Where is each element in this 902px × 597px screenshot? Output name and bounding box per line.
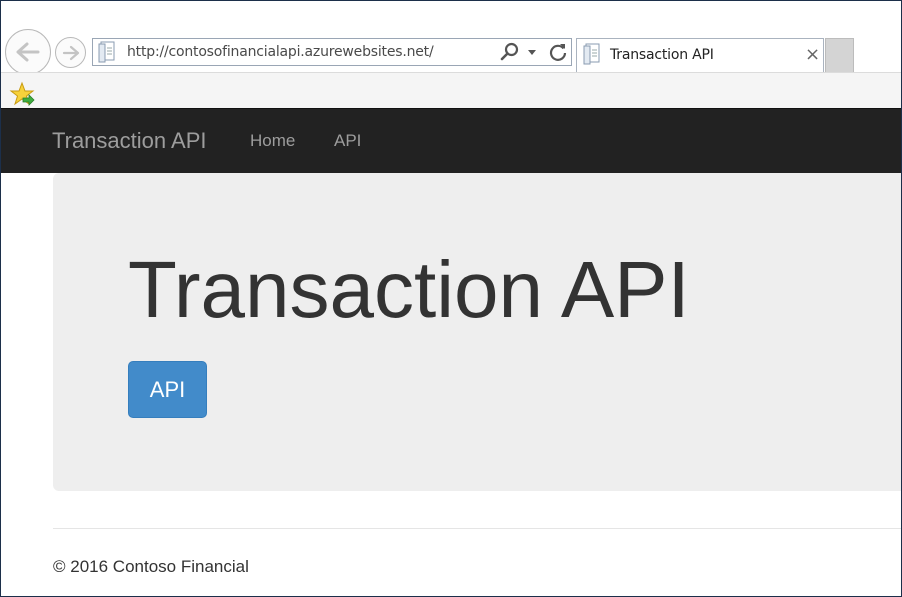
- back-button[interactable]: [5, 29, 51, 75]
- nav-link-home[interactable]: Home: [250, 131, 295, 151]
- footer-copyright: © 2016 Contoso Financial: [53, 557, 249, 576]
- browser-chrome: http://contosofinancialapi.azurewebsites…: [1, 1, 901, 109]
- site-navbar: Transaction API Home API: [1, 108, 901, 173]
- favorites-bar: [1, 72, 901, 109]
- browser-tab[interactable]: Transaction API ×: [576, 38, 824, 72]
- chevron-down-icon: [528, 50, 536, 55]
- page-icon: [98, 41, 115, 63]
- new-tab-button[interactable]: [825, 38, 854, 72]
- forward-arrow-icon: [62, 45, 79, 60]
- url-text[interactable]: http://contosofinancialapi.azurewebsites…: [127, 44, 434, 60]
- nav-link-api[interactable]: API: [334, 131, 361, 151]
- refresh-icon: [549, 44, 567, 61]
- footer-divider: [53, 528, 901, 529]
- search-icon: [500, 42, 519, 61]
- tab-title: Transaction API: [610, 47, 714, 63]
- refresh-button[interactable]: [547, 42, 569, 62]
- favorites-star-icon[interactable]: [9, 81, 35, 107]
- search-button[interactable]: [499, 42, 521, 62]
- tab-page-icon: [583, 43, 600, 65]
- browser-window: http://contosofinancialapi.azurewebsites…: [0, 0, 902, 597]
- jumbotron: Transaction API API: [53, 173, 901, 491]
- address-dropdown-button[interactable]: [525, 42, 539, 62]
- page-title: Transaction API: [128, 245, 690, 334]
- tab-close-button[interactable]: ×: [805, 44, 820, 65]
- navbar-brand[interactable]: Transaction API: [52, 128, 206, 154]
- back-arrow-icon: [16, 42, 40, 62]
- address-bar[interactable]: http://contosofinancialapi.azurewebsites…: [92, 38, 572, 66]
- forward-button[interactable]: [55, 37, 86, 68]
- api-button[interactable]: API: [128, 361, 207, 418]
